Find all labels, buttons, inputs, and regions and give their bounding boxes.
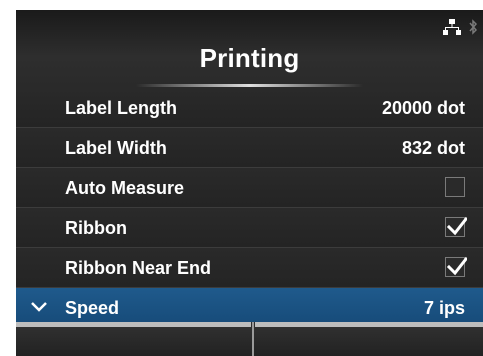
- list-item-label-length[interactable]: Label Length 20000 dot: [16, 88, 483, 128]
- item-value: 20000 dot: [381, 98, 465, 118]
- right-soft-key-indicator: [255, 322, 483, 327]
- ribbon-checkbox[interactable]: [445, 216, 467, 237]
- item-label: Ribbon: [65, 218, 127, 238]
- checkmark-icon: [447, 256, 467, 276]
- bluetooth-icon: [469, 19, 478, 35]
- list-item-label-width[interactable]: Label Width 832 dot: [16, 128, 483, 168]
- list-item-ribbon[interactable]: Ribbon: [16, 208, 483, 248]
- printer-display: Printing Label Length 20000 dot Label Wi…: [16, 10, 483, 356]
- soft-key-divider: [252, 322, 254, 356]
- left-soft-key[interactable]: [16, 327, 252, 356]
- list-item-ribbon-near-end[interactable]: Ribbon Near End: [16, 248, 483, 288]
- item-label: Label Width: [65, 138, 167, 158]
- item-value: 7 ips: [423, 298, 465, 318]
- list-item-auto-measure[interactable]: Auto Measure: [16, 168, 483, 208]
- item-value: 832 dot: [401, 138, 465, 158]
- network-icon: [443, 19, 461, 35]
- item-label: Auto Measure: [65, 178, 185, 198]
- title-underline: [136, 84, 363, 87]
- checkmark-icon: [447, 216, 467, 236]
- item-label: Speed: [65, 298, 120, 318]
- auto-measure-checkbox[interactable]: [445, 177, 465, 197]
- right-soft-key[interactable]: [254, 327, 483, 356]
- item-label: Label Length: [65, 98, 177, 118]
- item-label: Ribbon Near End: [65, 258, 212, 278]
- settings-list: Label Length 20000 dot Label Width 832 d…: [16, 88, 483, 328]
- header: Printing: [16, 10, 483, 88]
- page-title: Printing: [199, 43, 300, 73]
- ribbon-near-end-checkbox[interactable]: [445, 256, 467, 277]
- chevron-down-icon: [31, 302, 47, 312]
- soft-key-bar: [16, 322, 483, 356]
- left-soft-key-indicator: [16, 322, 251, 327]
